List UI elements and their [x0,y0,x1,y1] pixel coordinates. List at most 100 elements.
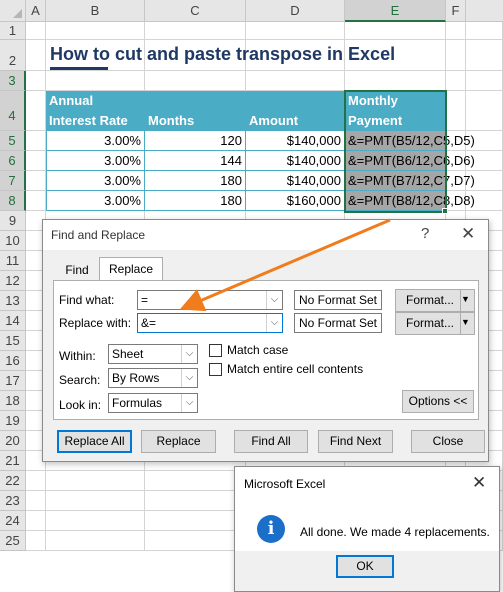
grid-cell[interactable] [145,471,246,491]
find-what-input[interactable]: = ⌵ [137,290,283,310]
grid-cell[interactable] [26,491,46,511]
grid-cell[interactable] [446,22,466,40]
row-header-1[interactable]: 1 [0,22,26,40]
row-header-25[interactable]: 25 [0,531,26,551]
column-header-b[interactable]: B [46,0,145,22]
column-header-c[interactable]: C [145,0,246,22]
grid-cell[interactable] [26,171,46,191]
payment-cell[interactable]: &=PMT(B7/12,C7,D7) [345,171,475,191]
grid-cell[interactable] [46,531,145,551]
row-header-2[interactable]: 2 [0,40,26,71]
row-header-19[interactable]: 19 [0,411,26,431]
row-header-23[interactable]: 23 [0,491,26,511]
chevron-down-icon[interactable]: ⌵ [266,314,282,332]
row-header-3[interactable]: 3 [0,71,26,91]
replace-with-input[interactable]: &= ⌵ [137,313,283,333]
row-header-5[interactable]: 5 [0,131,26,151]
grid-cell[interactable] [46,511,145,531]
row-header-8[interactable]: 8 [0,191,26,211]
header-annual[interactable]: Annual [46,91,145,111]
replace-all-button[interactable]: Replace All [57,430,132,453]
grid-cell[interactable] [26,91,46,131]
header-blank-c3[interactable] [145,91,246,111]
grid-cell[interactable] [345,22,446,40]
grid-cell[interactable] [466,22,503,40]
grid-cell[interactable] [46,491,145,511]
grid-cell[interactable] [145,491,246,511]
search-select[interactable]: By Rows ⌵ [108,368,198,388]
grid-cell[interactable] [26,531,46,551]
row-header-7[interactable]: 7 [0,171,26,191]
grid-cell[interactable] [466,40,503,71]
replace-format-button[interactable]: Format... ▼ [395,312,475,335]
close-icon[interactable]: ✕ [461,224,475,244]
grid-cell[interactable] [26,471,46,491]
look-in-select[interactable]: Formulas ⌵ [108,393,198,413]
column-header-e[interactable]: E [345,0,446,22]
row-header-13[interactable]: 13 [0,291,26,311]
grid-cell[interactable] [46,22,145,40]
row-header-6[interactable]: 6 [0,151,26,171]
grid-cell[interactable] [446,40,466,71]
interest-rate-cell[interactable]: 3.00% [46,191,145,211]
grid-cell[interactable] [246,71,345,91]
months-cell[interactable]: 144 [145,151,246,171]
amount-cell[interactable]: $160,000 [246,191,345,211]
tab-replace[interactable]: Replace [99,257,163,281]
header-monthly[interactable]: Monthly [345,91,446,111]
column-header-d[interactable]: D [246,0,345,22]
chevron-down-icon[interactable]: ⌵ [181,369,197,387]
header-months[interactable]: Months [145,111,246,131]
close-button[interactable]: Close [411,430,485,453]
row-header-24[interactable]: 24 [0,511,26,531]
header-payment[interactable]: Payment [345,111,446,131]
row-header-20[interactable]: 20 [0,431,26,451]
within-select[interactable]: Sheet ⌵ [108,344,198,364]
chevron-down-icon[interactable]: ▼ [460,313,474,334]
amount-cell[interactable]: $140,000 [246,131,345,151]
grid-cell[interactable] [46,71,145,91]
close-icon[interactable]: ✕ [472,473,486,493]
grid-cell[interactable] [466,71,503,91]
grid-cell[interactable] [145,531,246,551]
chevron-down-icon[interactable]: ⌵ [181,394,197,412]
chevron-down-icon[interactable]: ⌵ [266,291,282,309]
row-header-18[interactable]: 18 [0,391,26,411]
row-header-21[interactable]: 21 [0,451,26,471]
column-header-a[interactable]: A [26,0,46,22]
grid-cell[interactable] [446,91,466,131]
grid-cell[interactable] [26,22,46,40]
payment-cell[interactable]: &=PMT(B6/12,C6,D6) [345,151,475,171]
row-header-4[interactable]: 4 [0,91,26,131]
replace-button[interactable]: Replace [141,430,216,453]
grid-cell[interactable] [466,91,503,131]
row-header-11[interactable]: 11 [0,251,26,271]
grid-cell[interactable] [446,71,466,91]
grid-cell[interactable] [26,40,46,71]
chevron-down-icon[interactable]: ⌵ [181,345,197,363]
grid-cell[interactable] [46,471,145,491]
grid-cell[interactable] [26,71,46,91]
column-header-f[interactable]: F [446,0,466,22]
select-all-corner[interactable] [0,0,26,22]
ok-button[interactable]: OK [336,555,394,578]
match-case-checkbox[interactable] [209,344,222,357]
tab-find[interactable]: Find [55,259,99,281]
help-icon[interactable]: ? [421,225,429,242]
months-cell[interactable]: 180 [145,191,246,211]
chevron-down-icon[interactable]: ▼ [460,290,474,311]
grid-cell[interactable] [145,511,246,531]
header-interest-rate[interactable]: Interest Rate [46,111,145,131]
amount-cell[interactable]: $140,000 [246,151,345,171]
interest-rate-cell[interactable]: 3.00% [46,151,145,171]
row-header-22[interactable]: 22 [0,471,26,491]
interest-rate-cell[interactable]: 3.00% [46,171,145,191]
grid-cell[interactable] [26,131,46,151]
find-format-button[interactable]: Format... ▼ [395,289,475,312]
row-header-10[interactable]: 10 [0,231,26,251]
fill-handle[interactable] [442,208,448,214]
header-amount[interactable]: Amount [246,111,345,131]
months-cell[interactable]: 180 [145,171,246,191]
row-header-16[interactable]: 16 [0,351,26,371]
row-header-9[interactable]: 9 [0,211,26,231]
